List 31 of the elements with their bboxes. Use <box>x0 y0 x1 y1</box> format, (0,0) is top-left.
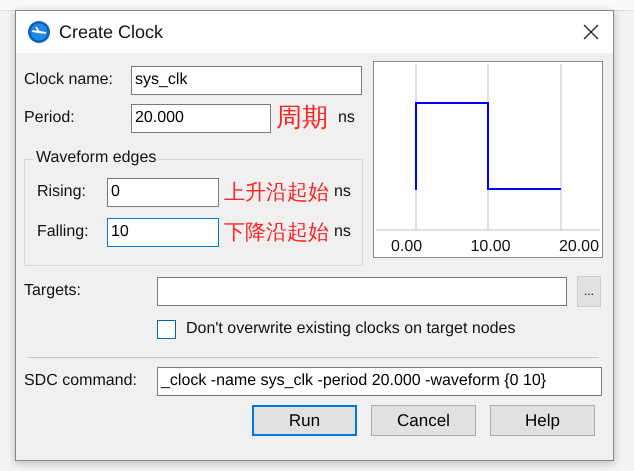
edge-time-field[interactable]: 0 <box>107 178 219 206</box>
sdc-command-field[interactable]: _clock -name sys_clk -period 20.000 -waveform {0 10} <box>157 366 602 396</box>
checkbox-label: Don't overwrite existing clocks on target nodes <box>186 320 516 338</box>
unit-label: ns <box>338 109 355 127</box>
clock-name-field[interactable]: sys_clk <box>131 66 362 94</box>
field-label: Falling: <box>37 223 90 241</box>
field-label: Rising: <box>37 183 87 201</box>
axis-tick-label: 20.00 <box>558 238 599 256</box>
targets-field[interactable] <box>157 276 567 306</box>
field-label: SDC command: <box>24 372 138 390</box>
unit-label: ns <box>334 183 351 201</box>
annotation-text: 上升沿起始 <box>224 182 329 202</box>
checkbox[interactable] <box>157 320 176 338</box>
browse-button[interactable]: ... <box>577 276 601 306</box>
edge-time-field[interactable]: 10 <box>107 218 219 246</box>
field-label: Period: <box>24 109 76 127</box>
period-field[interactable]: 20.000 <box>131 104 271 132</box>
dialog-button[interactable]: Cancel <box>371 405 476 436</box>
field-label: Clock name: <box>24 71 114 89</box>
dialog-button[interactable]: Help <box>490 405 595 436</box>
dialog-button[interactable]: Run <box>252 405 357 436</box>
window-title: Create Clock <box>59 22 164 42</box>
annotation-text: 下降沿起始 <box>224 222 329 242</box>
field-label: Targets: <box>24 282 82 300</box>
axis-tick-label: 0.00 <box>391 238 422 256</box>
annotation-text: 周期 <box>276 105 328 131</box>
group-title: Waveform edges <box>33 149 160 167</box>
close-icon <box>583 24 599 40</box>
unit-label: ns <box>334 223 351 241</box>
axis-tick-label: 10.00 <box>470 238 511 256</box>
clock-icon <box>27 20 51 44</box>
